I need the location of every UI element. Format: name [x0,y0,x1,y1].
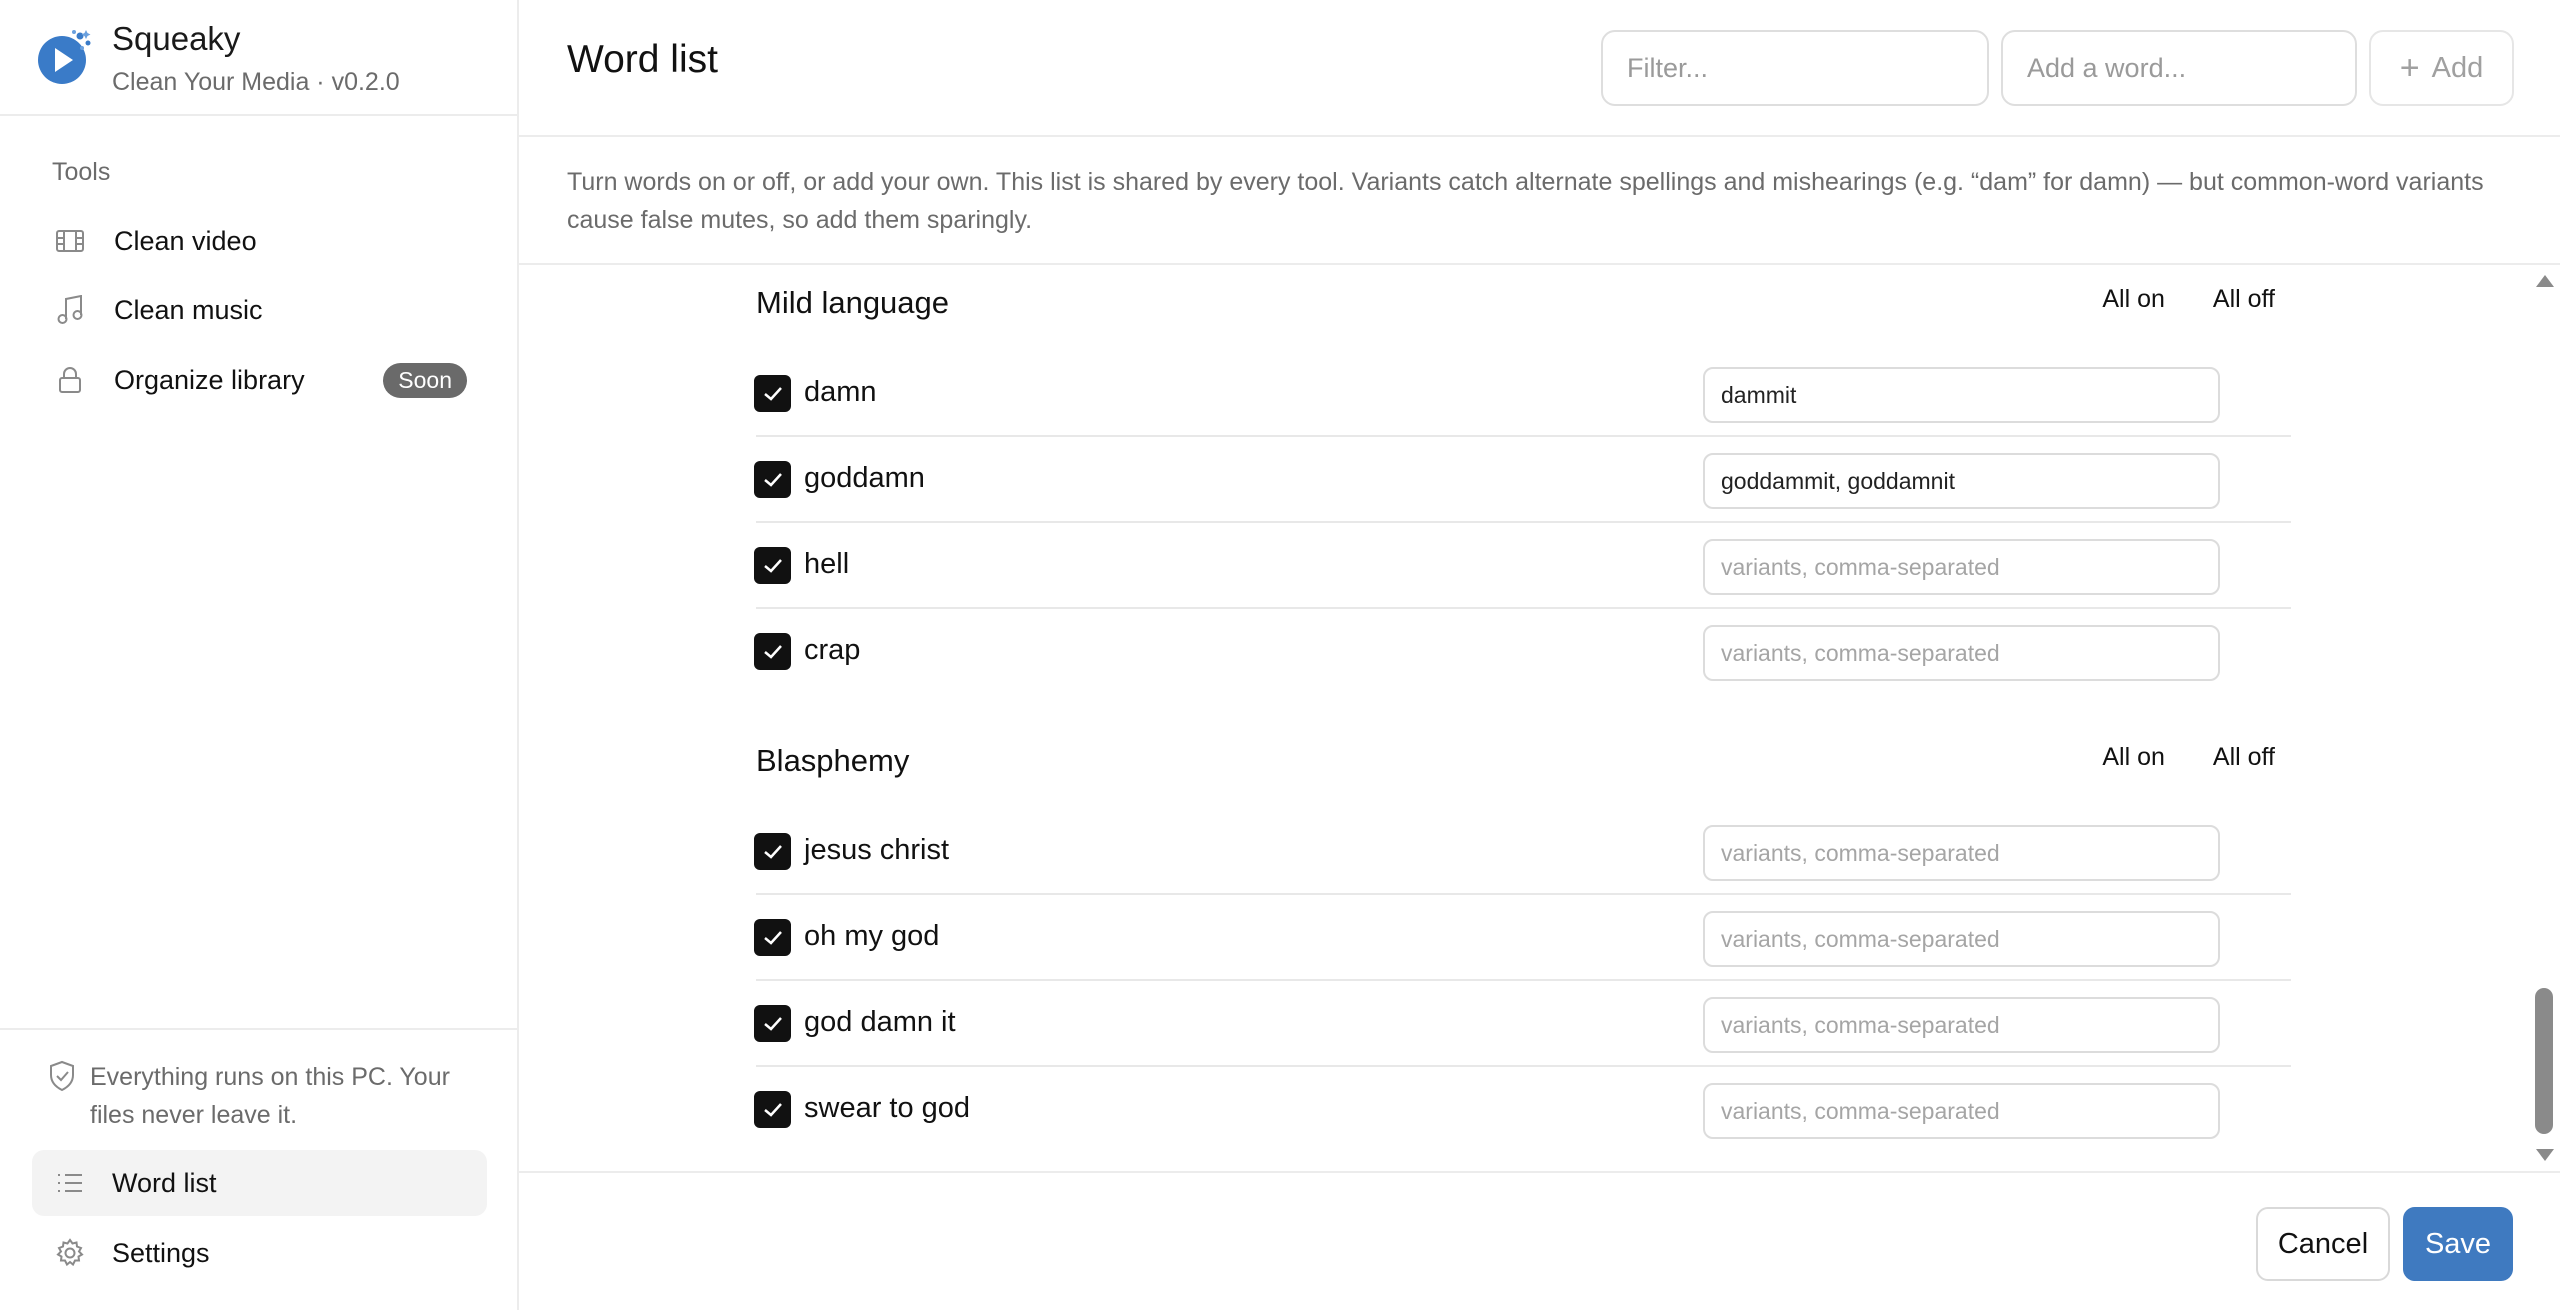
variants-input[interactable] [1703,997,2220,1053]
description-panel: Turn words on or off, or add your own. T… [519,137,2560,265]
sidebar-item-label: Organize library [114,364,305,395]
section-header: Mild language All on All off [756,265,2291,351]
section-mild-language: Mild language All on All off damn goddam… [754,265,2291,695]
word-row: hell [754,523,2291,609]
add-word-input[interactable] [2001,30,2357,106]
sidebar-item-organize-library[interactable]: Organize library Soon [32,349,487,411]
word-label: hell [804,548,850,580]
lock-icon [50,360,90,400]
sidebar-item-label: Clean video [114,225,257,256]
section-blasphemy: Blasphemy All on All off jesus christ oh… [754,723,2291,1153]
page-footer: Cancel Save [519,1171,2560,1310]
squeaky-logo-icon [38,30,91,84]
sidebar-item-label: Word list [112,1167,217,1198]
shield-check-icon [48,1060,76,1094]
add-button-label: Add [2431,51,2484,84]
section-title: Blasphemy [756,743,910,778]
save-button[interactable]: Save [2403,1207,2513,1281]
section-header: Blasphemy All on All off [756,723,2291,809]
all-off-button[interactable]: All off [2213,285,2275,314]
word-label: damn [804,376,877,408]
checkmark-icon [763,1102,782,1117]
checkmark-icon [763,930,782,945]
sidebar-item-label: Settings [112,1237,210,1268]
word-row: jesus christ [754,809,2291,895]
plus-icon: + [2399,48,2420,87]
add-word-button[interactable]: + Add [2369,30,2514,106]
sidebar: Squeaky Clean Your Media · v0.2.0 Tools … [0,0,519,1310]
word-checkbox[interactable] [754,633,791,670]
variants-input[interactable] [1703,453,2220,509]
word-checkbox[interactable] [754,1005,791,1042]
checkmark-icon [763,1016,782,1031]
section-title: Mild language [756,285,950,320]
list-icon [52,1165,88,1201]
sidebar-item-label: Clean music [114,294,263,325]
app-name: Squeaky [112,20,241,57]
tools-section-label: Tools [52,158,111,186]
word-row: swear to god [754,1067,2291,1153]
word-row: oh my god [754,895,2291,981]
scroll-down-arrow-icon[interactable] [2536,1149,2554,1161]
sidebar-item-clean-video[interactable]: Clean video [32,210,487,272]
checkmark-icon [763,644,782,659]
variants-input[interactable] [1703,911,2220,967]
variants-input[interactable] [1703,625,2220,681]
variants-input[interactable] [1703,825,2220,881]
sidebar-footer: Everything runs on this PC. Your files n… [0,1028,517,1310]
sidebar-item-word-list[interactable]: Word list [32,1150,487,1216]
section-actions: All on All off [2102,285,2275,314]
word-row: goddamn [754,437,2291,523]
gear-icon [52,1235,88,1271]
word-checkbox[interactable] [754,1091,791,1128]
main-panel: Word list + Add Turn words on or off, or… [519,0,2560,1310]
word-row: damn [754,351,2291,437]
all-off-button[interactable]: All off [2213,743,2275,772]
description-text: Turn words on or off, or add your own. T… [567,168,2484,234]
cancel-button[interactable]: Cancel [2256,1207,2390,1281]
all-on-button[interactable]: All on [2102,285,2165,314]
scroll-up-arrow-icon[interactable] [2536,275,2554,287]
brand-header: Squeaky Clean Your Media · v0.2.0 [0,0,517,116]
variants-input[interactable] [1703,367,2220,423]
word-checkbox[interactable] [754,919,791,956]
word-checkbox[interactable] [754,461,791,498]
app-subtitle: Clean Your Media · v0.2.0 [112,68,400,96]
word-label: swear to god [804,1092,971,1124]
checkmark-icon [763,844,782,859]
privacy-text: Everything runs on this PC. Your files n… [90,1063,450,1129]
checkmark-icon [763,472,782,487]
checkmark-icon [763,386,782,401]
scrollbar-thumb[interactable] [2535,988,2553,1134]
word-checkbox[interactable] [754,833,791,870]
word-label: crap [804,634,861,666]
word-list-scroll-area[interactable]: Mild language All on All off damn goddam… [519,265,2560,1171]
variants-input[interactable] [1703,539,2220,595]
word-label: oh my god [804,920,940,952]
word-label: jesus christ [804,834,950,866]
word-checkbox[interactable] [754,375,791,412]
all-on-button[interactable]: All on [2102,743,2165,772]
privacy-note: Everything runs on this PC. Your files n… [48,1058,478,1134]
word-row: crap [754,609,2291,695]
variants-input[interactable] [1703,1083,2220,1139]
word-checkbox[interactable] [754,547,791,584]
section-actions: All on All off [2102,743,2275,772]
word-row: god damn it [754,981,2291,1067]
filter-input[interactable] [1601,30,1989,106]
sidebar-item-settings[interactable]: Settings [32,1220,487,1286]
word-label: god damn it [804,1006,956,1038]
soon-badge: Soon [383,363,467,398]
page-header: Word list + Add [519,0,2560,137]
music-note-icon [50,290,90,330]
sidebar-item-clean-music[interactable]: Clean music [32,279,487,341]
checkmark-icon [763,558,782,573]
page-title: Word list [567,38,718,81]
word-label: goddamn [804,462,925,494]
film-icon [50,221,90,261]
